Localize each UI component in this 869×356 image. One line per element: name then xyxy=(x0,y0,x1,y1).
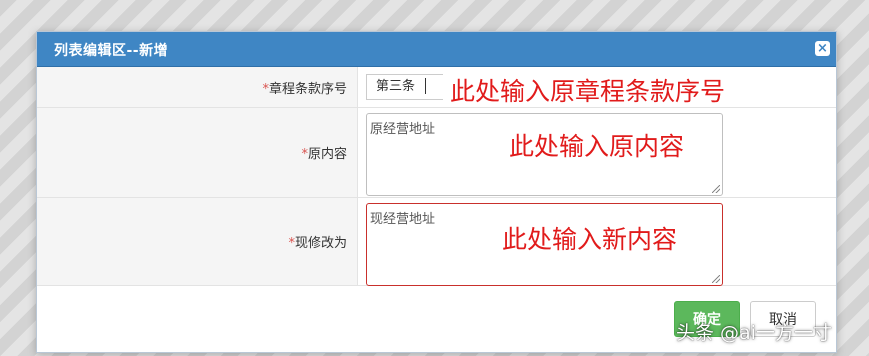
resize-handle-icon[interactable] xyxy=(712,275,720,283)
field-label-cell: *章程条款序号 xyxy=(37,67,358,107)
field-label-cell: *原内容 xyxy=(37,108,358,197)
original-content-value: 原经营地址 xyxy=(370,122,436,137)
clause-number-input[interactable]: 第三条 xyxy=(366,74,443,100)
resize-handle-icon[interactable] xyxy=(712,185,720,193)
clause-number-label: 章程条款序号 xyxy=(268,81,347,97)
form-row-clause-number: *章程条款序号 第三条 此处输入原章程条款序号 xyxy=(37,67,836,108)
new-content-value: 现经营地址 xyxy=(370,212,436,227)
annotation-clause-number: 此处输入原章程条款序号 xyxy=(450,77,726,106)
form-row-new-content: *现修改为 现经营地址 此处输入新内容 xyxy=(37,198,836,286)
close-icon[interactable]: × xyxy=(815,41,830,56)
edit-dialog: 列表编辑区--新增 × *章程条款序号 第三条 此处输入原章程条款序号 *原内容… xyxy=(36,31,837,353)
new-content-label: 现修改为 xyxy=(294,236,347,251)
dialog-titlebar: 列表编辑区--新增 × xyxy=(37,32,836,67)
annotation-original-content: 此处输入原内容 xyxy=(509,132,685,161)
form-row-original-content: *原内容 原经营地址 此处输入原内容 xyxy=(37,108,836,198)
watermark: 头条 @ai一方一寸 xyxy=(676,322,832,344)
annotation-new-content: 此处输入新内容 xyxy=(502,225,678,254)
field-label-cell: *现修改为 xyxy=(37,198,358,285)
dialog-title: 列表编辑区--新增 xyxy=(54,43,169,59)
original-content-label: 原内容 xyxy=(307,147,347,162)
text-caret xyxy=(425,78,426,94)
